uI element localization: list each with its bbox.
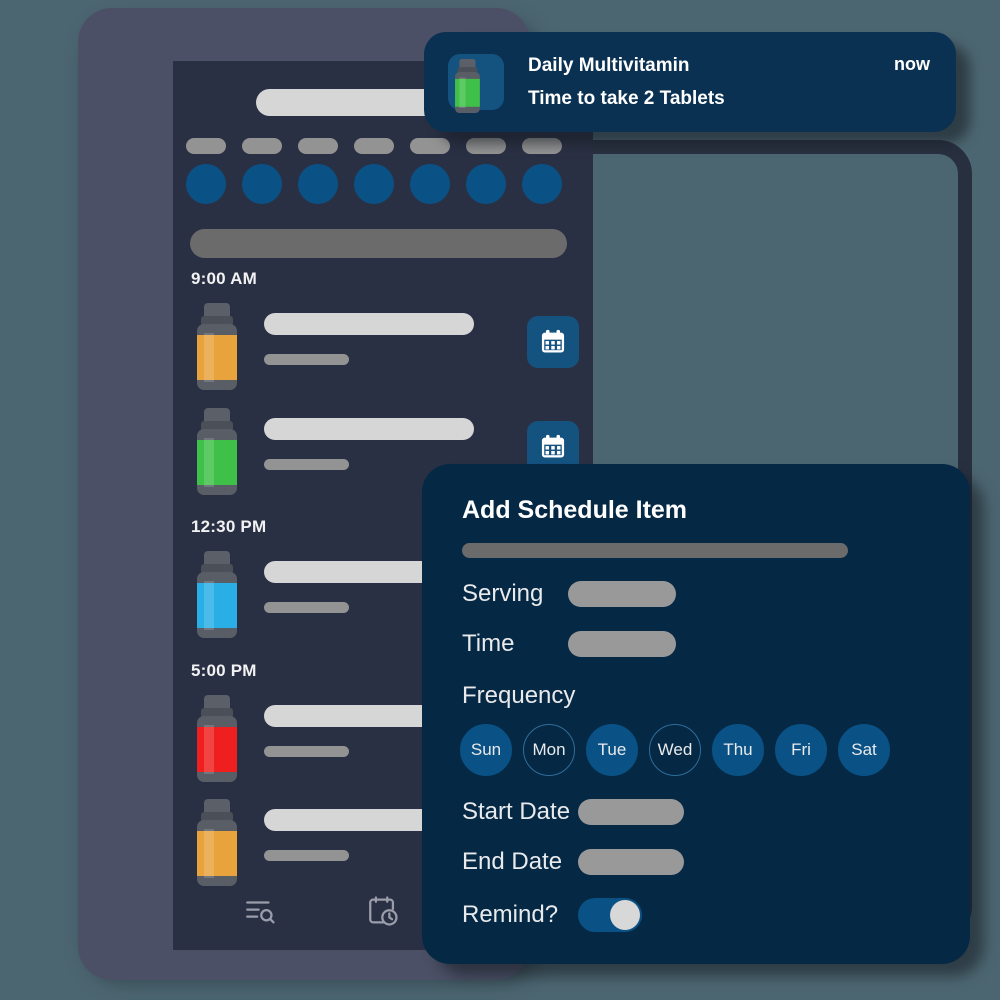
calendar-icon — [541, 329, 565, 353]
week-day-dot[interactable] — [354, 164, 394, 204]
week-day-label — [242, 138, 282, 154]
schedule-time-label: 12:30 PM — [191, 517, 267, 536]
toggle-knob — [610, 900, 640, 930]
item-subtitle-placeholder — [264, 746, 349, 757]
frequency-day-selector: Sun Mon Tue Wed Thu Fri Sat — [460, 724, 932, 776]
day-pill-tue[interactable]: Tue — [586, 724, 638, 776]
schedule-time-label: 5:00 PM — [191, 661, 257, 680]
day-pill-sat[interactable]: Sat — [838, 724, 890, 776]
time-input[interactable] — [568, 631, 676, 657]
add-schedule-dialog: Add Schedule Item Serving Time Frequency… — [422, 464, 970, 964]
start-date-row: Start Date — [460, 798, 932, 826]
week-day-4[interactable] — [410, 138, 450, 204]
notification-banner[interactable]: Daily Multivitamin Time to take 2 Tablet… — [424, 32, 956, 132]
week-day-label — [298, 138, 338, 154]
week-day-3[interactable] — [354, 138, 394, 204]
week-day-dot[interactable] — [242, 164, 282, 204]
notification-body: Daily Multivitamin Time to take 2 Tablet… — [528, 55, 894, 110]
item-title-placeholder — [264, 418, 474, 440]
item-subtitle-placeholder — [264, 850, 349, 861]
week-day-1[interactable] — [242, 138, 282, 204]
week-day-2[interactable] — [298, 138, 338, 204]
nav-item-browse[interactable] — [240, 891, 280, 931]
remind-label: Remind? — [462, 901, 559, 928]
day-pill-wed[interactable]: Wed — [649, 724, 701, 776]
day-pill-mon[interactable]: Mon — [523, 724, 575, 776]
end-date-input[interactable] — [578, 849, 684, 875]
week-day-strip — [186, 138, 582, 214]
calendar-icon — [541, 434, 565, 458]
serving-label: Serving — [462, 580, 544, 607]
pill-bottle-icon — [191, 693, 243, 789]
week-day-dot[interactable] — [522, 164, 562, 204]
week-day-5[interactable] — [466, 138, 506, 204]
schedule-time-label: 9:00 AM — [191, 269, 257, 288]
schedule-item-row[interactable] — [191, 301, 581, 397]
dialog-title: Add Schedule Item — [462, 496, 688, 524]
time-label: Time — [462, 630, 515, 657]
calendar-clock-icon — [369, 896, 398, 926]
notification-title: Daily Multivitamin — [528, 54, 690, 76]
pill-bottle-icon — [451, 58, 483, 118]
day-pill-sun[interactable]: Sun — [460, 724, 512, 776]
notification-timestamp: now — [894, 54, 930, 74]
screenshot-root: 9:00 AM 12:30 PM 5:00 PM Daily Multivita… — [0, 0, 1000, 1000]
pill-bottle-icon — [191, 301, 243, 397]
serving-row: Serving — [460, 580, 932, 608]
notification-subtitle: Time to take 2 Tablets — [528, 87, 725, 109]
time-row: Time — [460, 630, 932, 658]
schedule-item-text — [264, 313, 474, 365]
week-day-label — [354, 138, 394, 154]
item-title-placeholder — [264, 313, 474, 335]
week-day-dot[interactable] — [410, 164, 450, 204]
end-date-row: End Date — [460, 848, 932, 876]
week-day-dot[interactable] — [298, 164, 338, 204]
item-subtitle-placeholder — [264, 459, 349, 470]
week-day-label — [410, 138, 450, 154]
pill-bottle-icon — [191, 406, 243, 502]
item-subtitle-placeholder — [264, 354, 349, 365]
list-search-icon — [246, 901, 275, 924]
serving-input[interactable] — [568, 581, 676, 607]
item-subtitle-placeholder — [264, 602, 349, 613]
start-date-input[interactable] — [578, 799, 684, 825]
remind-toggle[interactable] — [578, 898, 642, 932]
pill-bottle-icon — [191, 549, 243, 645]
schedule-item-text — [264, 418, 474, 470]
week-day-dot[interactable] — [186, 164, 226, 204]
week-day-label — [186, 138, 226, 154]
day-pill-thu[interactable]: Thu — [712, 724, 764, 776]
calendar-button[interactable] — [527, 316, 579, 368]
nav-item-schedule[interactable] — [363, 891, 403, 931]
frequency-label: Frequency — [462, 682, 576, 709]
remind-row: Remind? — [460, 898, 932, 932]
day-pill-fri[interactable]: Fri — [775, 724, 827, 776]
section-header-placeholder — [190, 229, 567, 258]
end-date-label: End Date — [462, 848, 563, 875]
start-date-label: Start Date — [462, 798, 571, 825]
week-day-6[interactable] — [522, 138, 562, 204]
notification-icon-tile — [448, 54, 504, 113]
week-day-dot[interactable] — [466, 164, 506, 204]
item-name-input[interactable] — [462, 543, 848, 558]
week-day-0[interactable] — [186, 138, 226, 204]
